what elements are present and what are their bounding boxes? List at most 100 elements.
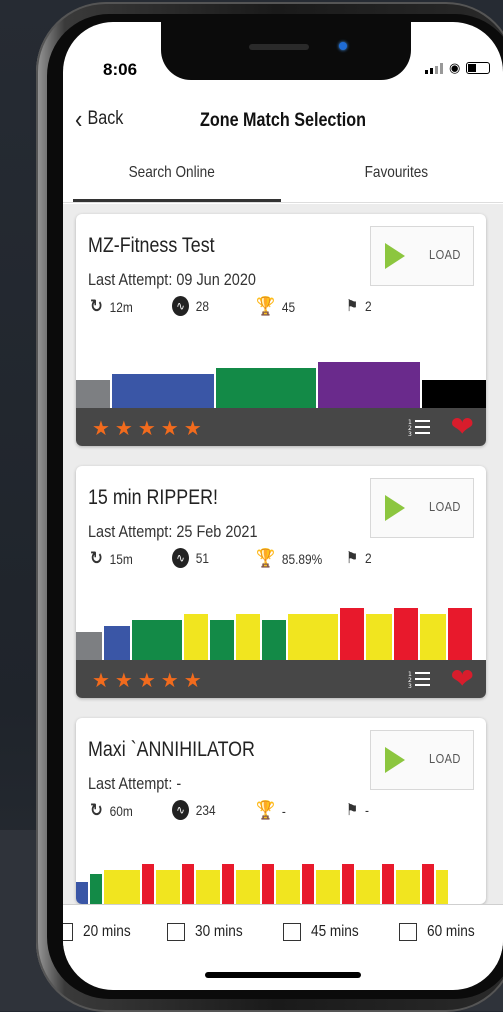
trophy-value: 45 <box>281 298 296 315</box>
heart-rate-stat: ∿ 234 <box>172 800 216 820</box>
zone-profile-chart <box>76 844 486 904</box>
star-rating: ★★★★★ <box>92 670 207 692</box>
duration-stat: ↻ 60m <box>90 800 133 821</box>
match-stats: ↻ 60m ∿ 234 🏆 - ⚑ - <box>90 800 410 824</box>
zone-bar <box>422 380 486 408</box>
navigation-bar: ‹ Back Zone Match Selection <box>63 104 503 144</box>
heart-rate-value: 234 <box>195 802 216 818</box>
flag-stat: ⚑ - <box>346 800 369 820</box>
zone-bar <box>184 614 208 660</box>
zone-bar <box>288 614 338 660</box>
filter-label: 45 mins <box>311 923 359 940</box>
duration-value: 15m <box>109 550 133 567</box>
battery-icon <box>466 62 491 74</box>
checkbox[interactable] <box>399 923 417 941</box>
svg-text:3: 3 <box>408 683 412 688</box>
active-tab-indicator <box>73 199 281 202</box>
trophy-icon: 🏆 <box>256 548 276 568</box>
heartbeat-icon: ∿ <box>172 548 189 568</box>
trophy-stat: 🏆 85.89% <box>256 548 322 569</box>
duration-stat: ↻ 15m <box>90 548 133 569</box>
zone-bar <box>342 864 354 904</box>
tab-search-online[interactable]: Search Online <box>129 164 215 182</box>
zone-bar <box>422 864 434 904</box>
zone-bar <box>222 864 234 904</box>
flag-icon: ⚑ <box>346 802 359 819</box>
page-title: Zone Match Selection <box>199 110 367 131</box>
zone-profile-chart <box>76 348 486 408</box>
refresh-clock-icon: ↻ <box>90 800 103 820</box>
match-stats: ↻ 12m ∿ 28 🏆 45 ⚑ 2 <box>90 296 410 320</box>
home-indicator[interactable] <box>205 972 361 978</box>
zone-bar <box>156 870 180 904</box>
trophy-value: 85.89% <box>281 550 323 567</box>
zone-bar <box>382 864 394 904</box>
flag-stat: ⚑ 2 <box>346 296 372 316</box>
flag-value: - <box>364 802 369 818</box>
load-button[interactable]: LOAD <box>370 226 474 286</box>
zone-bar <box>104 626 130 660</box>
load-label: LOAD <box>429 247 461 262</box>
match-stats: ↻ 15m ∿ 51 🏆 85.89% ⚑ 2 <box>90 548 410 572</box>
checkbox[interactable] <box>283 923 301 941</box>
match-card[interactable]: 15 min RIPPER! Last Attempt: 25 Feb 2021… <box>76 466 486 698</box>
match-name: 15 min RIPPER! <box>88 486 218 509</box>
zone-bar <box>112 374 214 408</box>
card-footer: ★★★★★ 123 ❤ <box>76 660 486 698</box>
zone-bar <box>76 380 110 408</box>
heartbeat-icon: ∿ <box>172 800 189 820</box>
ranked-list-icon[interactable]: 123 <box>408 670 430 688</box>
zone-bar <box>76 632 102 660</box>
filter-label: 30 mins <box>195 923 243 940</box>
play-icon <box>385 747 405 773</box>
zone-bar <box>396 870 420 904</box>
load-button[interactable]: LOAD <box>370 730 474 790</box>
filter-60-mins[interactable]: 60 mins <box>399 923 483 941</box>
favourite-heart-icon[interactable]: ❤ <box>451 413 474 441</box>
favourite-heart-icon[interactable]: ❤ <box>451 665 474 693</box>
trophy-icon: 🏆 <box>256 800 276 820</box>
refresh-clock-icon: ↻ <box>90 548 103 568</box>
heart-rate-value: 28 <box>195 298 210 314</box>
status-time: 8:06 <box>103 60 138 79</box>
tab-favourites[interactable]: Favourites <box>365 164 428 182</box>
zone-bar <box>104 870 140 904</box>
status-icons: ◉ <box>425 60 491 76</box>
filter-20-mins[interactable]: 20 mins <box>63 923 139 941</box>
zone-bar <box>356 870 380 904</box>
zone-bar <box>316 870 340 904</box>
zone-bar <box>262 864 274 904</box>
notch <box>161 22 411 80</box>
ranked-list-icon[interactable]: 123 <box>408 418 430 436</box>
zone-bar <box>394 608 418 660</box>
zone-bar <box>262 620 286 660</box>
heart-rate-value: 51 <box>195 550 210 566</box>
zone-profile-chart <box>76 600 486 660</box>
tab-bar: Search Online Favourites <box>63 150 503 203</box>
zone-bar <box>340 608 364 660</box>
zone-bar <box>436 870 448 904</box>
load-label: LOAD <box>429 499 461 514</box>
load-button[interactable]: LOAD <box>370 478 474 538</box>
match-card[interactable]: MZ-Fitness Test Last Attempt: 09 Jun 202… <box>76 214 486 446</box>
filter-45-mins[interactable]: 45 mins <box>283 923 367 941</box>
load-label: LOAD <box>429 751 461 766</box>
zone-bar <box>366 614 392 660</box>
flag-icon: ⚑ <box>346 550 359 567</box>
trophy-icon: 🏆 <box>256 296 276 316</box>
filter-30-mins[interactable]: 30 mins <box>167 923 251 941</box>
duration-value: 12m <box>109 298 133 315</box>
zone-bar <box>76 882 88 904</box>
flag-value: 2 <box>364 298 372 314</box>
match-name: Maxi `ANNIHILATOR <box>88 738 255 761</box>
flag-stat: ⚑ 2 <box>346 548 372 568</box>
checkbox[interactable] <box>167 923 185 941</box>
chevron-left-icon: ‹ <box>75 104 83 134</box>
checkbox[interactable] <box>63 923 73 941</box>
last-attempt: Last Attempt: 25 Feb 2021 <box>88 522 258 541</box>
flag-value: 2 <box>364 550 372 566</box>
match-list[interactable]: MZ-Fitness Test Last Attempt: 09 Jun 202… <box>63 204 503 904</box>
speaker-grille <box>249 44 309 50</box>
signal-icon <box>425 62 443 74</box>
match-card[interactable]: Maxi `ANNIHILATOR Last Attempt: - ↻ 60m ∿… <box>76 718 486 904</box>
